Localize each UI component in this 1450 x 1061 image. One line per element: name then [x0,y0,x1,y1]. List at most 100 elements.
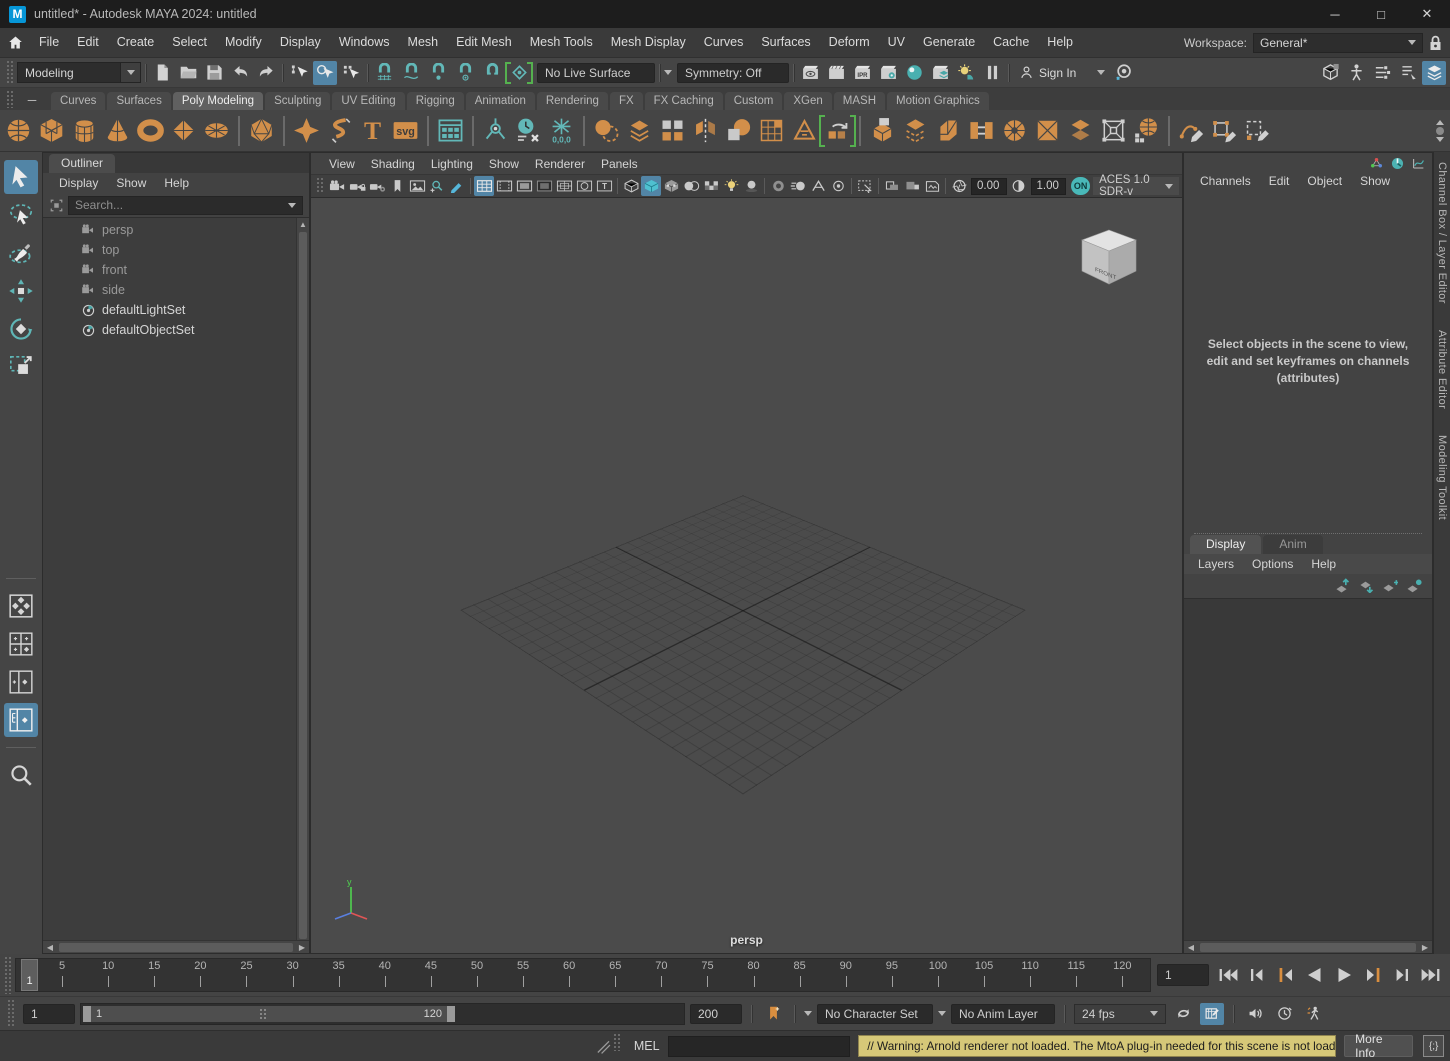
viewport-menu-renderer[interactable]: Renderer [527,157,593,171]
live-surface-field[interactable]: No Live Surface [537,63,655,83]
freeze-transformations-button[interactable]: 0,0,0 [545,114,578,148]
menu-mesh-tools[interactable]: Mesh Tools [521,28,602,57]
viewport-toolbar-grip[interactable] [316,177,325,193]
go-to-start-button[interactable] [1215,964,1241,986]
quadrangulate-button[interactable] [1064,114,1097,148]
outliner-tab[interactable]: Outliner [49,154,115,173]
more-info-button[interactable]: More Info [1344,1035,1413,1057]
animation-start-field[interactable]: 1 [23,1004,75,1024]
modeling-toolkit-window-button[interactable] [434,114,467,148]
gamma-icon[interactable] [1009,176,1029,196]
lighting-icon[interactable] [721,176,741,196]
redo-icon[interactable] [254,61,278,85]
new-scene-icon[interactable] [150,61,174,85]
scroll-thumb[interactable] [299,232,307,939]
outliner-item-persp[interactable]: persp [43,220,296,240]
super-ellipse-button[interactable] [290,114,323,148]
render-settings-icon[interactable] [876,61,900,85]
select-tool[interactable] [4,160,38,194]
scroll-right-icon[interactable]: ▶ [1418,943,1432,952]
outliner-vscrollbar[interactable]: ▲ [296,218,309,940]
viewport-menu-lighting[interactable]: Lighting [423,157,481,171]
quad-draw-tool-button[interactable] [1208,114,1241,148]
snap-to-point-icon[interactable] [426,61,450,85]
sidebar-layers-icon[interactable] [1422,61,1446,85]
poly-torus-button[interactable] [134,114,167,148]
save-scene-icon[interactable] [202,61,226,85]
shelf-tab-fx-caching[interactable]: FX Caching [645,92,723,110]
exposure-icon[interactable] [949,176,969,196]
time-slider-ruler[interactable]: 1 51015202530354045505560657075808590951… [15,958,1151,992]
triangulate-button[interactable] [1031,114,1064,148]
snap-to-curve-icon[interactable] [399,61,423,85]
bookmark-icon[interactable] [387,176,407,196]
undo-icon[interactable] [228,61,252,85]
sidebar-tab-channel-box-layer-editor[interactable]: Channel Box / Layer Editor [1436,162,1448,304]
fps-dropdown[interactable]: 24 fps [1074,1004,1166,1024]
menu-cache[interactable]: Cache [984,28,1038,57]
scale-tool[interactable] [4,350,38,384]
depth-of-field-icon[interactable] [828,176,848,196]
menu-deform[interactable]: Deform [820,28,879,57]
step-back-key-button[interactable] [1273,964,1299,986]
ipr-render-icon[interactable]: IPR [850,61,874,85]
outliner-menu-display[interactable]: Display [51,176,106,190]
wireframe-icon[interactable] [621,176,641,196]
rotate-tool[interactable] [4,312,38,346]
menu-file[interactable]: File [30,28,68,57]
symmetry-field[interactable]: Symmetry: Off [677,63,789,83]
command-line-grip[interactable] [613,1033,622,1051]
audio-mute-icon[interactable] [1243,1003,1267,1025]
shelf-tab-surfaces[interactable]: Surfaces [107,92,170,110]
two-d-pan-zoom-icon[interactable] [427,176,447,196]
shelf-scroll-up-icon[interactable] [1436,120,1444,125]
scroll-right-icon[interactable]: ▶ [295,943,309,952]
sidebar-tab-attribute-editor[interactable]: Attribute Editor [1436,330,1448,409]
layer-editor-hscrollbar[interactable]: ◀ ▶ [1184,940,1432,953]
move-layer-up-icon[interactable] [1333,578,1350,593]
menu-help[interactable]: Help [1038,28,1082,57]
auto-keyframe-icon[interactable] [1200,1003,1224,1025]
motion-blur-icon[interactable] [788,176,808,196]
fill-hole-button[interactable] [755,114,788,148]
layer-tab-anim[interactable]: Anim [1263,535,1322,554]
poly-cube-button[interactable] [35,114,68,148]
poly-cone-button[interactable] [101,114,134,148]
evaluation-mode-icon[interactable] [1301,1003,1325,1025]
channel-box-icon[interactable] [1370,61,1394,85]
shelf-grip[interactable] [6,90,15,108]
rgb-manip-icon[interactable] [1369,156,1384,171]
outliner-item-front[interactable]: front [43,260,296,280]
poly-sphere-button[interactable] [2,114,35,148]
range-slider-grip[interactable] [7,999,16,1028]
menu-create[interactable]: Create [108,28,164,57]
render-setup-icon[interactable] [928,61,952,85]
light-editor-icon[interactable] [954,61,978,85]
anim-layer-caret[interactable] [938,1011,946,1016]
snap-to-grid-icon[interactable] [372,61,396,85]
lasso-tool[interactable] [4,198,38,232]
graph-editor-icon[interactable] [1411,156,1426,171]
shelf-scroll-dot[interactable] [1436,127,1444,135]
current-frame-marker[interactable]: 1 [21,959,38,991]
lock-camera-icon[interactable] [347,176,367,196]
shelf-tab-curves[interactable]: Curves [51,92,105,110]
play-forwards-button[interactable] [1331,964,1357,986]
bookmark-add-icon[interactable] [761,1003,785,1025]
menu-modify[interactable]: Modify [216,28,271,57]
svg-tool-button[interactable]: svg [389,114,422,148]
bridge-button[interactable] [965,114,998,148]
step-forward-frame-button[interactable] [1389,964,1415,986]
scroll-left-icon[interactable]: ◀ [43,943,57,952]
sign-in-button[interactable]: Sign In [1013,62,1111,84]
grease-pencil-icon[interactable] [447,176,467,196]
anim-layer-field[interactable]: No Anim Layer [951,1004,1055,1024]
resize-grip-icon[interactable] [596,1037,611,1055]
anti-aliasing-icon[interactable] [808,176,828,196]
layer-editor-menu-layers[interactable]: Layers [1190,557,1242,571]
shelf-tab-fx[interactable]: FX [610,92,643,110]
go-to-end-button[interactable] [1418,964,1444,986]
zoom-tool[interactable] [4,758,38,792]
shelf-menu-icon[interactable]: ─ [19,92,45,108]
resolution-gate-icon[interactable] [514,176,534,196]
